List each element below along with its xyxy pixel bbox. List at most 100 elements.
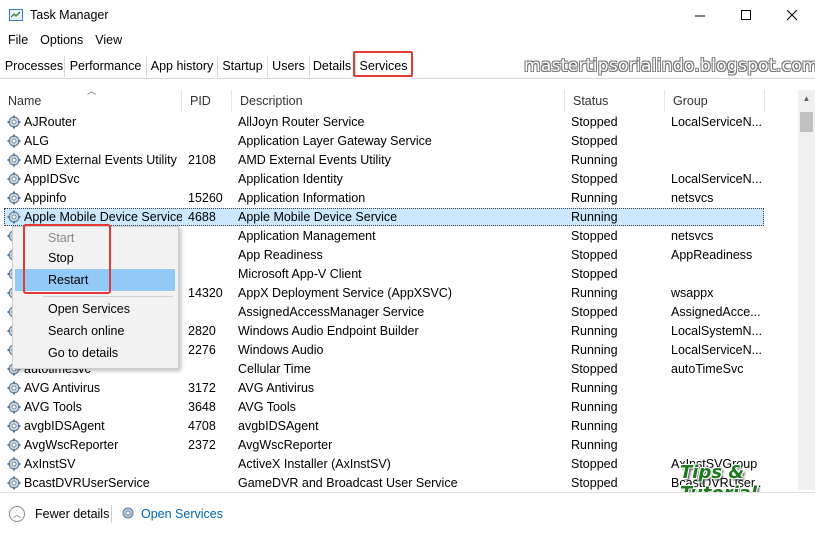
cell-description: AssignedAccessManager Service (238, 305, 425, 319)
cell-status: Stopped (571, 115, 618, 129)
cell-description: Microsoft App-V Client (238, 267, 362, 281)
cell-pid: 15260 (188, 191, 223, 205)
menu-file[interactable]: File (0, 31, 34, 49)
service-gear-icon (7, 115, 21, 129)
open-services-link[interactable]: Open Services (141, 507, 223, 521)
cell-description: AppX Deployment Service (AppXSVC) (238, 286, 452, 300)
col-description[interactable]: Description (232, 90, 565, 112)
table-row[interactable]: AJRouter AllJoyn Router Service Stopped Loc… (0, 113, 798, 132)
services-tab-highlight (353, 51, 413, 77)
cell-status: Stopped (571, 305, 618, 319)
table-row[interactable]: AVG Antivirus 3172 AVG Antivirus Running (0, 379, 798, 398)
tab-app-history[interactable]: App history (147, 56, 218, 77)
cell-description: Application Management (238, 229, 376, 243)
cell-description: AMD External Events Utility (238, 153, 391, 167)
vertical-scrollbar[interactable]: ▲ (798, 90, 815, 490)
service-gear-icon (7, 134, 21, 148)
cell-pid (188, 304, 232, 321)
service-gear-icon (7, 172, 21, 186)
table-row[interactable]: AVG Tools 3648 AVG Tools Running (0, 398, 798, 417)
tab-users[interactable]: Users (268, 56, 310, 77)
cell-status: Running (571, 324, 618, 338)
cell-group: LocalServiceN... (671, 172, 761, 186)
table-row[interactable]: AxInstSV ActiveX Installer (AxInstSV) Stop… (0, 455, 798, 474)
tab-processes[interactable]: Processes (4, 56, 65, 77)
cell-status: Running (571, 191, 618, 205)
table-row[interactable]: Appinfo 15260 Application Information Runni… (0, 189, 798, 208)
service-gear-icon (7, 476, 21, 490)
fewer-details-link[interactable]: Fewer details (35, 507, 109, 521)
minimize-button[interactable] (677, 0, 723, 30)
cell-group (671, 437, 761, 454)
table-row[interactable]: AMD External Events Utility 2108 AMD Exter… (0, 151, 798, 170)
col-group[interactable]: Group (665, 90, 765, 112)
tab-performance[interactable]: Performance (65, 56, 147, 77)
cell-group: netsvcs (671, 229, 714, 243)
cell-pid (188, 456, 232, 473)
task-manager-icon (9, 9, 23, 21)
table-row[interactable]: avgbIDSAgent 4708 avgbIDSAgent Running (0, 417, 798, 436)
cell-name: ALG (24, 134, 50, 148)
menu-bar: File Options View (0, 31, 128, 51)
ctx-go-to-details[interactable]: Go to details (15, 342, 175, 364)
scroll-up-icon[interactable]: ▲ (798, 90, 815, 107)
close-button[interactable] (769, 0, 815, 30)
maximize-icon (740, 9, 751, 20)
tab-startup[interactable]: Startup (218, 56, 268, 77)
cell-pid: 2276 (188, 343, 216, 357)
cell-description: GameDVR and Broadcast User Service (238, 476, 458, 490)
ctx-search-online[interactable]: Search online (15, 320, 175, 342)
service-gear-icon (7, 210, 21, 224)
table-row[interactable]: Apple Mobile Device Service 4688 Apple Mob… (0, 208, 798, 227)
services-gear-icon[interactable] (120, 505, 136, 521)
cell-status: Running (571, 381, 618, 395)
cell-description: App Readiness (238, 248, 323, 262)
menu-view[interactable]: View (89, 31, 128, 49)
cell-status: Stopped (571, 134, 618, 148)
cell-pid: 3648 (188, 400, 216, 414)
table-row[interactable]: ALG Application Layer Gateway Service Stop… (0, 132, 798, 151)
cell-pid (188, 247, 232, 264)
watermark-url: mastertipsorialindo.blogspot.com (524, 56, 815, 76)
cell-group: netsvcs (671, 191, 714, 205)
col-status[interactable]: Status (565, 90, 665, 112)
cell-status: Running (571, 400, 618, 414)
col-name[interactable]: Name (0, 90, 182, 112)
cell-pid: 2372 (188, 438, 216, 452)
scroll-thumb[interactable] (800, 112, 813, 132)
cell-pid (188, 266, 232, 283)
table-row[interactable]: AppIDSvc Application Identity Stopped Local… (0, 170, 798, 189)
cell-name: AMD External Events Utility (24, 153, 177, 167)
col-pid[interactable]: PID (182, 90, 232, 112)
cell-name: AJRouter (24, 115, 77, 129)
close-icon (786, 9, 797, 20)
cell-status: Running (571, 438, 618, 452)
cell-group: autoTimeSvc (671, 362, 744, 376)
cell-description: Application Identity (238, 172, 343, 186)
cell-description: AvgWscReporter (238, 438, 333, 452)
table-row[interactable]: AvgWscReporter 2372 AvgWscReporter Running (0, 436, 798, 455)
cell-group (671, 152, 761, 169)
cell-group (671, 418, 761, 435)
cell-pid: 2108 (188, 153, 216, 167)
chevron-up-circle-icon[interactable]: ︿ (9, 506, 25, 522)
menu-options[interactable]: Options (34, 31, 89, 49)
ctx-open-services[interactable]: Open Services (15, 298, 175, 320)
table-row[interactable]: BcastDVRUserService GameDVR and Broadcast… (0, 474, 798, 493)
column-header: Name PID Description Status Group (0, 90, 798, 112)
ctx-separator (43, 296, 173, 297)
cell-pid (188, 228, 232, 245)
cell-pid (188, 114, 232, 131)
service-gear-icon (7, 381, 21, 395)
tab-details[interactable]: Details (310, 56, 355, 77)
cell-description: Apple Mobile Device Service (238, 210, 398, 224)
cell-pid (188, 133, 232, 150)
cell-description: Windows Audio Endpoint Builder (238, 324, 419, 338)
context-menu-highlight (23, 224, 111, 294)
cell-name: AVG Tools (24, 400, 82, 414)
service-gear-icon (7, 419, 21, 433)
cell-description: AllJoyn Router Service (238, 115, 365, 129)
maximize-button[interactable] (723, 0, 769, 30)
cell-pid (188, 361, 232, 378)
cell-description: ActiveX Installer (AxInstSV) (238, 457, 391, 471)
